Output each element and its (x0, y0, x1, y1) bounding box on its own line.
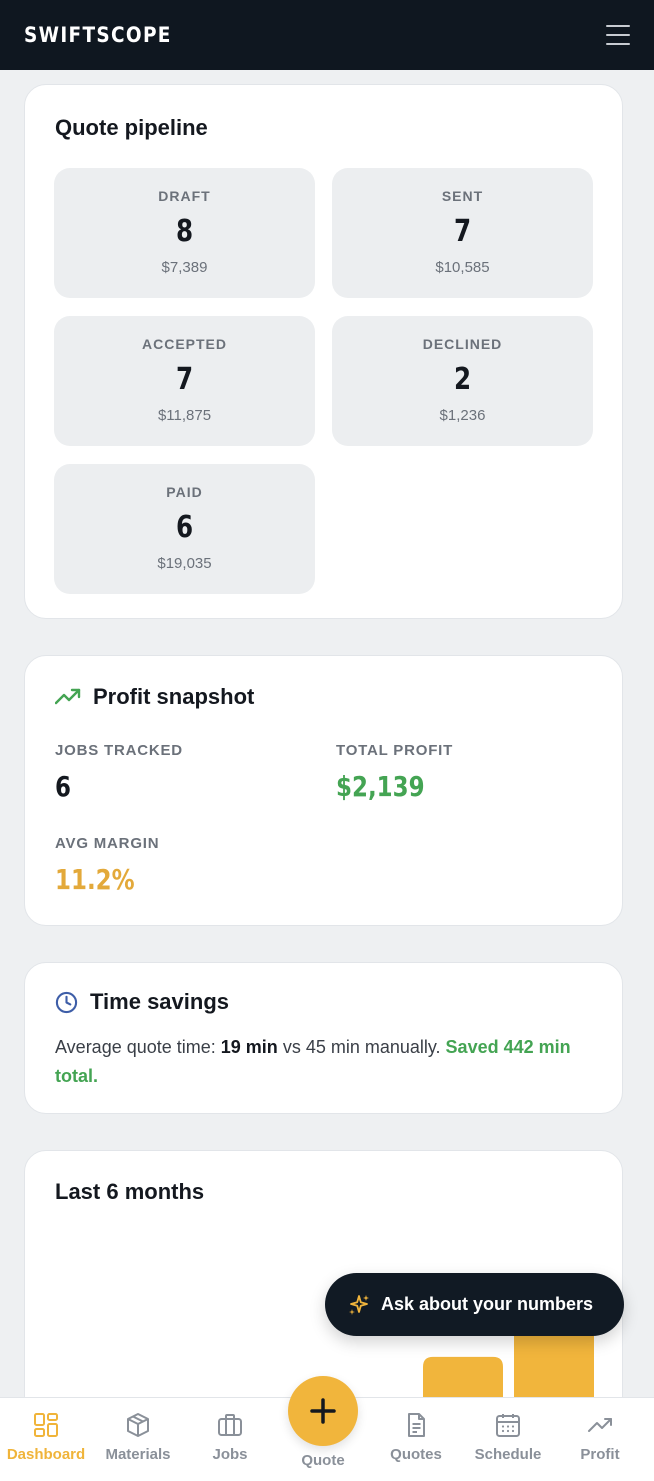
nav-label-quote: Quote (301, 1452, 345, 1469)
pipeline-tile-sent[interactable]: SENT 7 $10,585 (332, 168, 593, 298)
calendar-icon (496, 1414, 520, 1437)
clock-icon (55, 991, 78, 1013)
savings-prefix: Average quote time: (55, 1037, 221, 1057)
quote-pipeline-card: Quote pipeline DRAFT 8 $7,389 SENT 7 $10… (24, 84, 623, 619)
card-title: Last 6 months (55, 1179, 205, 1204)
jobs-tracked-value: 6 (55, 770, 71, 803)
sparkle-icon (349, 1294, 369, 1315)
nav-label: Profit (580, 1446, 620, 1463)
nav-item-materials[interactable]: Materials (92, 1398, 184, 1481)
tile-count: 7 (453, 214, 472, 249)
brand-logo[interactable]: SWIFTSCOPE (24, 23, 172, 47)
tile-label: ACCEPTED (141, 336, 227, 352)
tile-label: DRAFT (158, 188, 211, 204)
trend-icon (588, 1418, 612, 1432)
tile-amount: $19,035 (157, 555, 212, 572)
avg-margin-value: 11.2% (55, 863, 135, 896)
box-icon (127, 1413, 149, 1437)
avg-quote-time: 19 min (220, 1037, 278, 1057)
nav-label: Jobs (212, 1446, 248, 1463)
nav-label: Materials (105, 1446, 171, 1463)
tile-label: PAID (166, 484, 203, 500)
tile-amount: $11,875 (157, 407, 212, 424)
card-title: Quote pipeline (55, 115, 208, 140)
nav-item-jobs[interactable]: Jobs (184, 1398, 276, 1481)
nav-item-schedule[interactable]: Schedule (462, 1398, 554, 1481)
tile-count: 2 (453, 362, 472, 397)
total-profit-value: $2,139 (336, 770, 425, 803)
new-quote-fab[interactable] (288, 1376, 358, 1446)
nav-item-profit[interactable]: Profit (554, 1398, 646, 1481)
jobs-tracked-label: JOBS TRACKED (55, 742, 183, 759)
nav-label: Quotes (390, 1446, 442, 1463)
nav-label: Dashboard (6, 1446, 86, 1463)
pipeline-tile-paid[interactable]: PAID 6 $19,035 (54, 464, 315, 594)
dashboard-icon (34, 1413, 58, 1437)
savings-header: Time savings (55, 989, 229, 1015)
savings-middle: vs 45 min manually. (277, 1037, 446, 1057)
briefcase-icon (218, 1414, 242, 1436)
total-profit-label: TOTAL PROFIT (336, 742, 454, 759)
document-icon (408, 1413, 425, 1437)
tile-label: SENT (441, 188, 484, 204)
time-savings-card: Time savings Average quote time: 19 min … (24, 962, 623, 1114)
tile-count: 7 (175, 362, 194, 397)
nav-item-dashboard[interactable]: Dashboard (0, 1398, 92, 1481)
ask-about-numbers-button[interactable]: Ask about your numbers (325, 1273, 624, 1336)
profit-header: Profit snapshot (55, 684, 254, 710)
plus-icon (310, 1398, 336, 1424)
tile-amount: $10,585 (435, 259, 490, 276)
nav-item-quotes[interactable]: Quotes (370, 1398, 462, 1481)
tile-amount: $1,236 (439, 407, 486, 424)
avg-margin-label: AVG MARGIN (55, 835, 160, 852)
pipeline-tile-draft[interactable]: DRAFT 8 $7,389 (54, 168, 315, 298)
pipeline-tile-declined[interactable]: DECLINED 2 $1,236 (332, 316, 593, 446)
hamburger-menu-icon[interactable] (606, 25, 630, 45)
card-title: Time savings (90, 989, 229, 1014)
nav-label: Schedule (474, 1446, 542, 1463)
tile-amount: $7,389 (161, 259, 208, 276)
savings-summary: Average quote time: 19 min vs 45 min man… (55, 1033, 600, 1091)
tile-count: 8 (175, 214, 194, 249)
top-bar: SWIFTSCOPE (0, 0, 654, 70)
tile-count: 6 (175, 510, 194, 545)
trend-up-icon (55, 688, 81, 705)
ask-button-label: Ask about your numbers (381, 1294, 594, 1314)
pipeline-tile-accepted[interactable]: ACCEPTED 7 $11,875 (54, 316, 315, 446)
card-title: Profit snapshot (93, 684, 255, 709)
tile-label: DECLINED (422, 336, 503, 352)
profit-snapshot-card: Profit snapshot JOBS TRACKED 6 TOTAL PRO… (24, 655, 623, 926)
